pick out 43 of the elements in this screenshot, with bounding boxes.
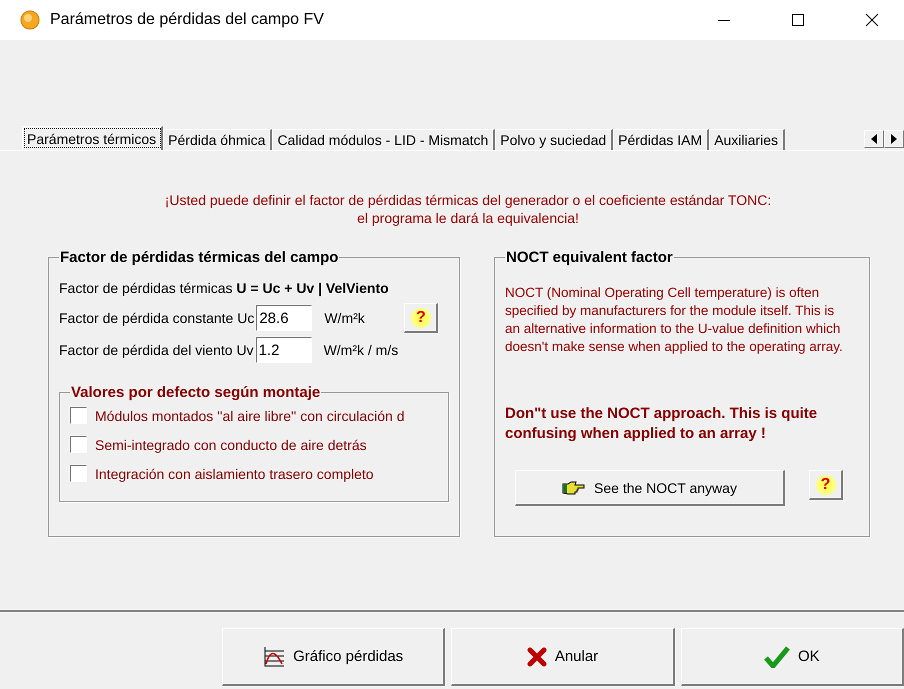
app-icon (20, 10, 40, 30)
warning-text: Don"t use the NOCT approach. This is quite confusing when applied to an array ! (505, 404, 818, 444)
info-text: ¡Usted puede definir el factor de pérdidas térmicas del generador o el coeficiente estándar TONC: el programa le dará la equivalencia! (164, 191, 772, 227)
input-field[interactable]: 1.2 (256, 337, 312, 363)
chart-icon (263, 646, 286, 668)
tab[interactable]: Auxiliaries (709, 129, 785, 150)
formula-text: Factor de pérdidas térmicas U = Uc + Uv | VelViento (59, 280, 390, 296)
maximize-icon (791, 13, 805, 27)
close-icon (865, 13, 879, 27)
scroll-left-button[interactable] (864, 130, 884, 148)
description-text: NOCT (Nominal Operating Cell temperature) is often specified by manufacturers for the module itself. This is an alternative information to the U-value definition which doesn't make sense when applied to the operating array. (505, 284, 844, 356)
checkbox-label[interactable]: Semi-integrado con conducto de aire detrás (95, 436, 367, 452)
ok-button[interactable]: OK (680, 628, 904, 686)
cross-icon (526, 646, 547, 666)
input-field[interactable]: 28.6 (256, 305, 312, 331)
cancel-button[interactable]: Anular (451, 628, 675, 686)
field-label: Factor de pérdida del viento Uv (59, 342, 254, 358)
field-label: Factor de pérdida constante Uc (59, 310, 254, 326)
tab[interactable]: Parámetros térmicos (22, 126, 164, 150)
help-button[interactable]: ? (809, 470, 843, 500)
group-title: Valores por defecto según montaje (70, 384, 322, 401)
window-title: Parámetros de pérdidas del campo FV (50, 11, 325, 29)
left-arrow-icon (871, 134, 877, 144)
checkbox[interactable] (70, 465, 87, 482)
checkbox[interactable] (70, 407, 87, 424)
scroll-right-button[interactable] (884, 130, 904, 148)
tab[interactable]: Calidad módulos - LID - Mismatch (272, 129, 496, 150)
unit-label: W/m²k / m/s (324, 342, 400, 358)
chart-button[interactable]: Gráfico pérdidas (222, 628, 446, 686)
unit-label: W/m²k (324, 310, 366, 326)
tab[interactable]: Pérdidas IAM (613, 129, 710, 150)
check-icon (764, 646, 790, 668)
see-noct-button[interactable]: See the NOCT anyway (515, 470, 785, 506)
tab[interactable]: Polvo y suciedad (495, 129, 614, 150)
help-button[interactable]: ? (404, 303, 438, 333)
checkbox[interactable] (70, 436, 87, 453)
right-arrow-icon (891, 134, 897, 144)
group-title: Factor de pérdidas térmicas del campo (59, 249, 340, 266)
pointing-hand-icon (562, 480, 586, 494)
checkbox-label[interactable]: Módulos montados ''al aire libre'' con circulación d (95, 408, 405, 424)
checkbox-label[interactable]: Integración con aislamiento trasero completo (95, 466, 374, 482)
tab[interactable]: Pérdida óhmica (163, 129, 272, 150)
group-title: NOCT equivalent factor (505, 249, 674, 266)
